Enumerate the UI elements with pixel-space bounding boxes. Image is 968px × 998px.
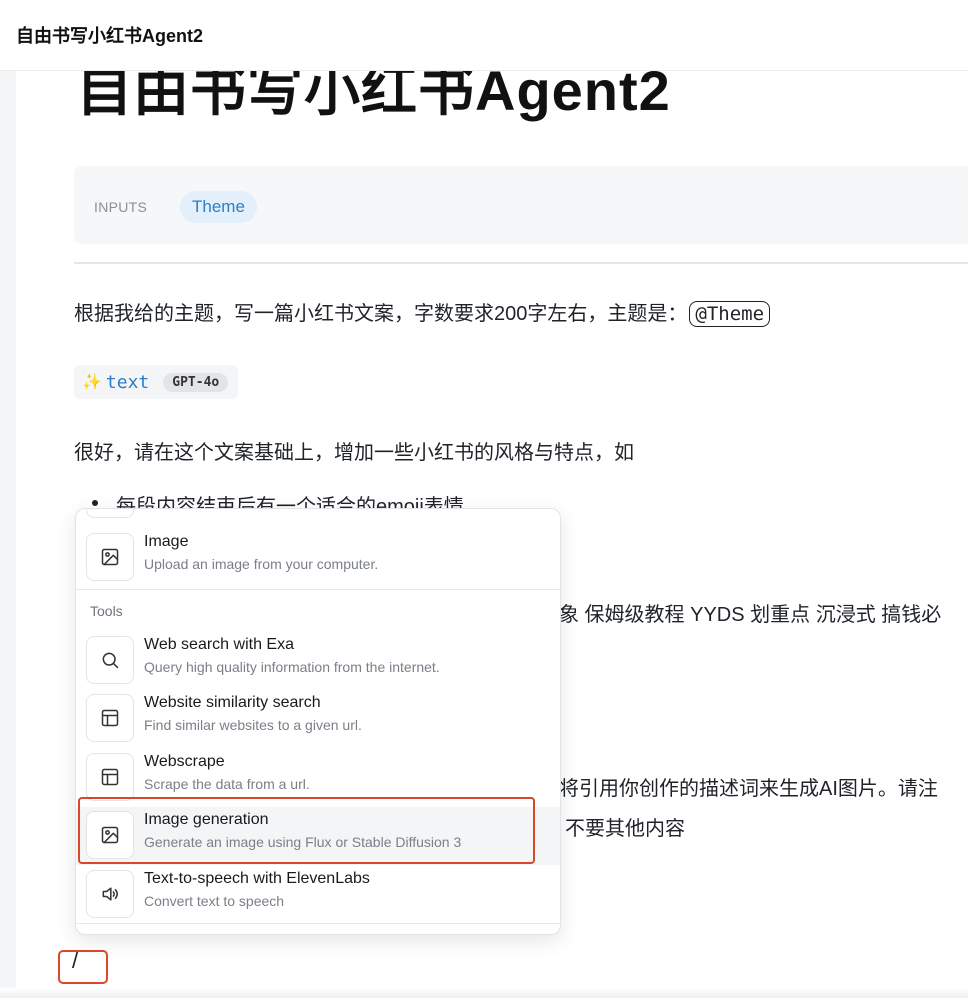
menu-separator [76,589,560,590]
slash-command-input[interactable]: / [72,948,78,974]
menu-item-title: Web search with Exa [144,636,294,653]
inputs-panel: INPUTS Theme [74,166,968,244]
page: 自由书写小红书Agent2 自由书写小红书Agent2 INPUTS Theme… [0,0,968,998]
menu-item-desc: Upload an image from your computer. [144,556,379,572]
generation-block[interactable]: ✨ text GPT-4o [74,365,239,399]
model-badge[interactable]: GPT-4o [163,372,229,392]
menu-item-peek [86,509,134,518]
window-title: 自由书写小红书Agent2 [16,26,204,46]
prompt-line-1-text: 根据我给的主题，写一篇小红书文案，字数要求200字左右，主题是： [74,303,688,325]
cut-line-c: 不要其他内容 [565,818,685,840]
layout-icon [86,694,134,742]
sparkle-icon: ✨ [82,374,102,391]
bottom-edge [0,988,968,998]
menu-item-desc: Scrape the data from a url. [144,776,310,792]
speaker-icon [86,870,134,918]
cut-line-a: 象 保姆级教程 YYDS 划重点 沉浸式 搞钱必 [559,604,942,626]
generation-name: text [105,371,150,393]
prompt-line-2[interactable]: 很好，请在这个文案基础上，增加一些小红书的风格与特点，如 [74,436,634,465]
inputs-label: INPUTS [94,199,148,215]
menu-item-image[interactable]: Image Upload an image from your computer… [76,529,560,587]
theme-mention[interactable]: @Theme [689,301,771,327]
cut-line-b: 将引用你创作的描述词来生成AI图片。请注 [559,778,938,800]
menu-item-website-similarity[interactable]: Website similarity search Find similar w… [76,690,560,748]
menu-item-title: Image [144,533,189,550]
menu-item-desc: Find similar websites to a given url. [144,717,362,733]
prompt-line-1[interactable]: 根据我给的主题，写一篇小红书文案，字数要求200字左右，主题是： @Theme [74,297,771,327]
menu-item-web-search[interactable]: Web search with Exa Query high quality i… [76,632,560,690]
annotation-highlight-image-generation [78,797,535,864]
tools-section-label: Tools [90,603,123,619]
menu-item-desc: Query high quality information from the … [144,659,440,675]
search-icon [86,636,134,684]
menu-item-text-to-speech[interactable]: Text-to-speech with ElevenLabs Convert t… [76,866,560,924]
slash-command-menu: Image Upload an image from your computer… [75,508,561,935]
menu-item-desc: Convert text to speech [144,893,285,909]
menu-item-title: Website similarity search [144,694,321,711]
left-gutter [0,70,16,998]
theme-input-chip[interactable]: Theme [180,191,257,223]
top-bar: 自由书写小红书Agent2 [0,0,968,71]
annotation-highlight-slash [58,950,108,984]
layout-icon [86,753,134,801]
menu-separator [76,923,560,924]
divider [74,262,968,264]
menu-item-title: Webscrape [144,753,225,770]
menu-item-title: Text-to-speech with ElevenLabs [144,870,370,887]
image-icon [86,533,134,581]
